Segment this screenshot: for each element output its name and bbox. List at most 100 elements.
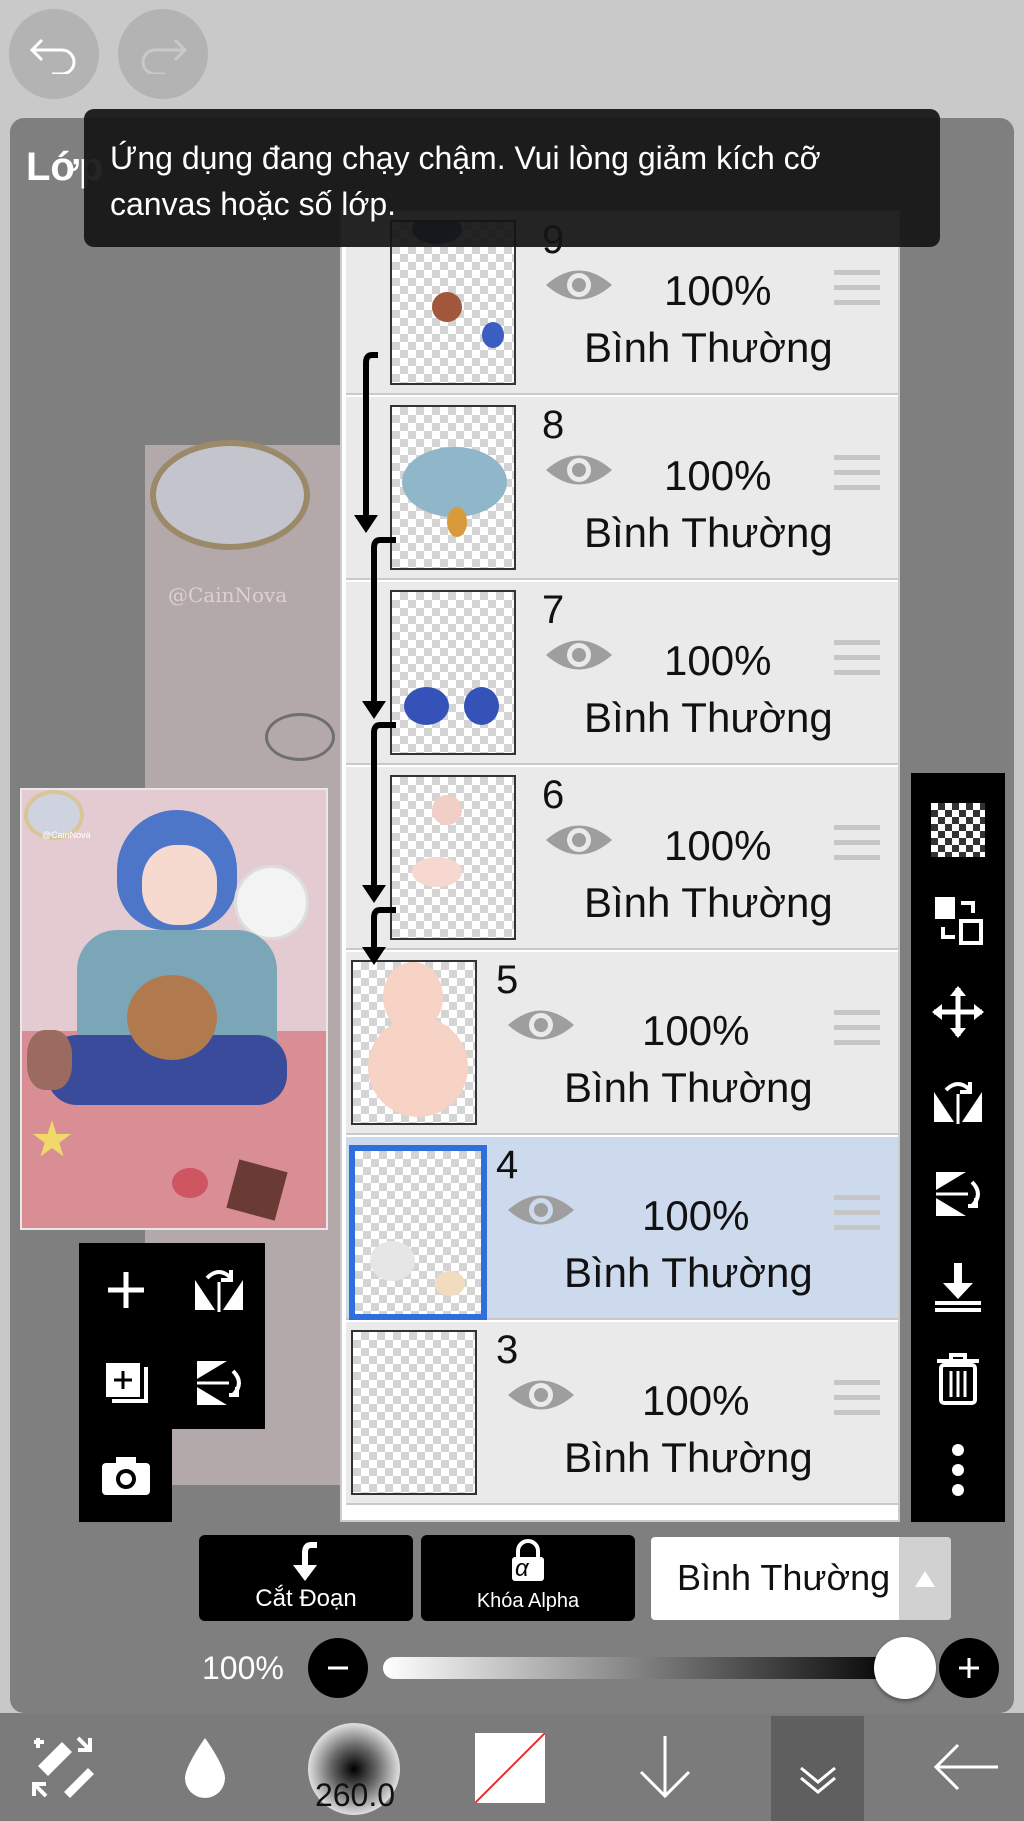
- flip-horizontal-icon: [194, 1269, 243, 1312]
- layer-blend-mode: Bình Thường: [584, 879, 833, 926]
- merge-down-icon: [935, 1263, 981, 1312]
- more-icon: [952, 1444, 964, 1496]
- visibility-eye-icon[interactable]: [506, 1002, 576, 1048]
- move-button[interactable]: [911, 969, 1005, 1055]
- flip-horizontal-icon: [934, 1082, 982, 1124]
- canvas-speech-bubble-art: [265, 713, 335, 761]
- canvas-watermark: @CainNova: [168, 583, 288, 607]
- fill-tool-button[interactable]: [160, 1713, 250, 1821]
- more-options-button[interactable]: [911, 1427, 1005, 1513]
- blend-mode-select[interactable]: Bình Thường: [651, 1537, 951, 1620]
- preview-book: [226, 1159, 288, 1221]
- layer-swap-button[interactable]: [911, 877, 1005, 963]
- layer-list[interactable]: 9 100% Bình Thường 8 100% Bình Thường 7 …: [340, 210, 900, 1522]
- layer-row-selected[interactable]: 4 100% Bình Thường: [346, 1137, 898, 1320]
- top-toolbar: [0, 0, 1024, 118]
- delete-layer-button[interactable]: [911, 1335, 1005, 1421]
- drag-handle-icon[interactable]: [834, 1010, 880, 1046]
- layer-blend-mode: Bình Thường: [584, 509, 833, 556]
- color-icon[interactable]: [475, 1733, 545, 1803]
- camera-button[interactable]: [79, 1429, 172, 1522]
- visibility-eye-icon[interactable]: [544, 262, 614, 308]
- clipping-arrow-icon: [293, 1542, 317, 1581]
- flip-horizontal-button[interactable]: [172, 1243, 265, 1336]
- layer-opacity: 100%: [664, 452, 772, 499]
- layer-number: 7: [542, 588, 565, 632]
- layer-thumbnail: [349, 1145, 487, 1320]
- opacity-increase-button[interactable]: [939, 1638, 999, 1698]
- preview-star-plush: [32, 1120, 72, 1157]
- opacity-decrease-button[interactable]: [308, 1638, 368, 1698]
- merge-down-button[interactable]: [911, 1243, 1005, 1329]
- opacity-slider-knob[interactable]: [874, 1637, 936, 1699]
- layer-swap-icon: [935, 897, 983, 945]
- color-slash: [475, 1733, 545, 1803]
- preview-heart: [172, 1168, 208, 1198]
- layer-blend-mode: Bình Thường: [564, 1249, 813, 1296]
- layer-row[interactable]: 7 100% Bình Thường: [346, 582, 898, 765]
- add-copy-icon: [105, 1362, 148, 1403]
- trash-icon: [937, 1353, 979, 1405]
- drag-handle-icon[interactable]: [834, 1195, 880, 1231]
- preview-inset-circle: [234, 865, 309, 940]
- blend-mode-dropdown-button[interactable]: [899, 1537, 951, 1620]
- layer-row[interactable]: 6 100% Bình Thường: [346, 767, 898, 950]
- clipping-button[interactable]: Cắt Đoạn: [199, 1535, 413, 1621]
- layer-row[interactable]: 8 100% Bình Thường: [346, 397, 898, 580]
- drag-handle-icon[interactable]: [834, 270, 880, 306]
- visibility-eye-icon[interactable]: [506, 1372, 576, 1418]
- redo-icon: [141, 38, 188, 74]
- flip-vertical-button[interactable]: [172, 1336, 265, 1429]
- preview-character-face: [142, 845, 217, 925]
- drag-handle-icon[interactable]: [834, 1380, 880, 1416]
- move-icon: [932, 986, 984, 1038]
- preview-watermark: @CainNova: [42, 830, 91, 840]
- add-copy-button[interactable]: [79, 1336, 172, 1429]
- visibility-eye-icon[interactable]: [544, 447, 614, 493]
- flip-vertical-icon: [196, 1360, 241, 1405]
- transparency-icon: [931, 803, 985, 857]
- undo-button[interactable]: [9, 9, 99, 99]
- plus-icon: [959, 1658, 979, 1678]
- layer-opacity: 100%: [664, 267, 772, 314]
- layer-opacity: 100%: [664, 637, 772, 684]
- layer-panel-icon: [800, 1766, 836, 1794]
- add-layer-icon: [107, 1271, 144, 1308]
- flip-vertical-button[interactable]: [911, 1151, 1005, 1237]
- drag-handle-icon[interactable]: [834, 455, 880, 491]
- redo-button[interactable]: [118, 9, 208, 99]
- back-button[interactable]: [920, 1713, 1010, 1821]
- undo-icon: [29, 38, 76, 74]
- flip-vertical-icon: [936, 1172, 980, 1216]
- flip-horizontal-button[interactable]: [911, 1059, 1005, 1145]
- drag-handle-icon[interactable]: [834, 825, 880, 861]
- layer-blend-mode: Bình Thường: [564, 1434, 813, 1481]
- add-layer-button[interactable]: [79, 1243, 172, 1336]
- opacity-slider-track[interactable]: [383, 1657, 903, 1679]
- layer-number: 6: [542, 773, 565, 817]
- layer-row[interactable]: 3 100% Bình Thường: [346, 1322, 898, 1505]
- alpha-lock-label: Khóa Alpha: [476, 1590, 580, 1612]
- layer-down-button[interactable]: [620, 1713, 710, 1821]
- preview-teddy-bear: [27, 1030, 72, 1090]
- layer-panel-button[interactable]: [771, 1716, 864, 1821]
- layer-row[interactable]: 5 100% Bình Thường: [346, 952, 898, 1135]
- clipping-label: Cắt Đoạn: [255, 1585, 357, 1612]
- transparency-button[interactable]: [911, 787, 1005, 873]
- layer-opacity: 100%: [642, 1007, 750, 1054]
- visibility-eye-icon[interactable]: [544, 632, 614, 678]
- clipping-arrows: [354, 352, 396, 965]
- bottom-toolbar: 260.0: [0, 1713, 1024, 1821]
- transform-tool-button[interactable]: [18, 1713, 108, 1821]
- drop-icon: [185, 1738, 225, 1798]
- visibility-eye-icon[interactable]: [506, 1187, 576, 1233]
- drag-handle-icon[interactable]: [834, 640, 880, 676]
- canvas-preview[interactable]: @CainNova: [20, 788, 328, 1230]
- layer-number: 3: [496, 1328, 519, 1372]
- alpha-lock-button[interactable]: α Khóa Alpha: [421, 1535, 635, 1621]
- layer-blend-mode: Bình Thường: [584, 324, 833, 371]
- down-arrow-icon: [639, 1736, 691, 1799]
- alpha-symbol: α: [515, 1555, 529, 1582]
- visibility-eye-icon[interactable]: [544, 817, 614, 863]
- canvas-clock-art: [150, 440, 310, 550]
